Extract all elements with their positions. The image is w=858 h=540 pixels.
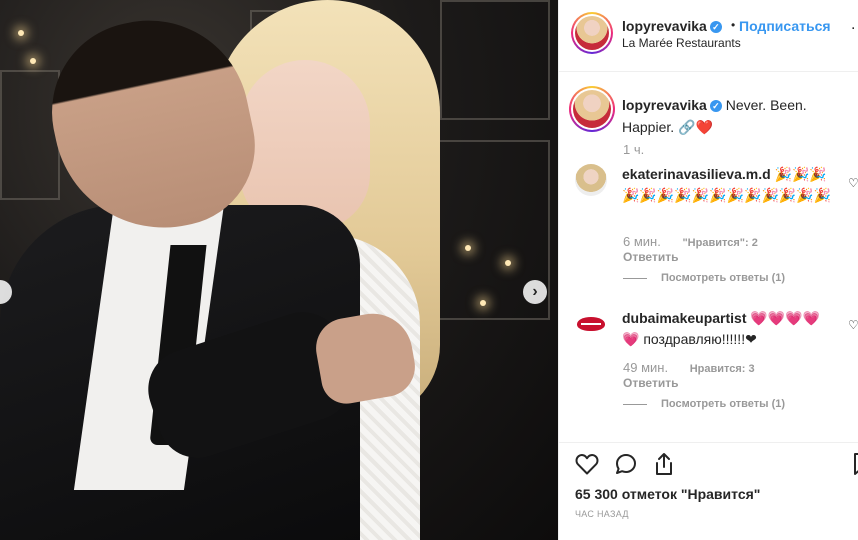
- comment-bubble-icon: [616, 454, 636, 474]
- verified-badge-icon: ✓: [709, 21, 722, 34]
- view-replies-button[interactable]: Посмотреть ответы (1): [623, 398, 785, 410]
- caption-timestamp[interactable]: 1 ч.: [623, 142, 644, 157]
- comment-like-heart-icon[interactable]: ♡: [848, 318, 858, 332]
- post-header: lopyrevavika ✓ • Подписаться . La Marée R…: [559, 0, 858, 72]
- background-window: [0, 70, 60, 200]
- heart-outline-icon: [575, 454, 599, 475]
- post-actions: 65 300 отметок "Нравится" ЧАС НАЗАД: [559, 442, 858, 540]
- view-replies-label[interactable]: Посмотреть ответы (1): [661, 272, 785, 284]
- likes-count[interactable]: 65 300 отметок "Нравится": [575, 486, 760, 502]
- replies-divider: [623, 403, 647, 405]
- author-username[interactable]: lopyrevavika ✓: [622, 18, 722, 34]
- author-avatar-image: [575, 16, 609, 50]
- comment-username[interactable]: dubaimakeupartist: [622, 310, 746, 326]
- comment-time[interactable]: 6 мин.: [623, 234, 661, 249]
- bookmark-icon: [854, 453, 858, 475]
- author-username-text[interactable]: lopyrevavika: [622, 18, 707, 34]
- post-side-panel: lopyrevavika ✓ • Подписаться . La Marée R…: [558, 0, 858, 540]
- commenter-avatar[interactable]: [575, 164, 607, 196]
- caption-author-avatar[interactable]: [569, 86, 615, 132]
- comments-list[interactable]: lopyrevavika ✓ Never. Been. Happier. 🔗❤️ …: [559, 72, 858, 442]
- comment-reply-button[interactable]: Ответить: [623, 250, 678, 264]
- header-separator: •: [731, 18, 736, 32]
- comment-reply-button[interactable]: Ответить: [623, 376, 678, 390]
- comment-username[interactable]: ekaterinavasilieva.m.d: [622, 166, 771, 182]
- author-avatar[interactable]: [571, 12, 613, 54]
- caption: lopyrevavika ✓ Never. Been. Happier. 🔗❤️: [622, 94, 822, 138]
- background-light: [18, 30, 24, 36]
- comment-likes[interactable]: "Нравится": 2: [682, 237, 757, 249]
- caption-avatar-image: [573, 90, 611, 128]
- share-upload-icon: [656, 453, 672, 475]
- post-timestamp[interactable]: ЧАС НАЗАД: [575, 509, 629, 519]
- comment-item: dubaimakeupartist 💗💗💗💗💗 поздравляю!!!!!!…: [622, 308, 832, 350]
- comment-meta: 6 мин. "Нравится": 2: [623, 234, 776, 249]
- like-button[interactable]: [574, 451, 600, 477]
- verified-badge-icon: ✓: [709, 100, 722, 113]
- more-options-button[interactable]: .: [851, 16, 855, 34]
- save-button[interactable]: [849, 451, 858, 477]
- comment-time[interactable]: 49 мин.: [623, 360, 668, 375]
- comment-likes[interactable]: Нравится: 3: [690, 363, 755, 375]
- caption-username[interactable]: lopyrevavika: [622, 97, 707, 113]
- view-replies-label[interactable]: Посмотреть ответы (1): [661, 398, 785, 410]
- comment-like-heart-icon[interactable]: ♡: [848, 176, 858, 190]
- next-photo-button[interactable]: ›: [523, 280, 547, 304]
- background-light: [480, 300, 486, 306]
- comment-meta: 49 мин. Нравится: 3: [623, 360, 773, 375]
- follow-button[interactable]: Подписаться: [739, 18, 831, 34]
- background-light: [505, 260, 511, 266]
- post-photo[interactable]: ›: [0, 0, 558, 540]
- view-replies-button[interactable]: Посмотреть ответы (1): [623, 272, 785, 284]
- chevron-right-icon: ›: [532, 283, 538, 300]
- comment-item: ekaterinavasilieva.m.d 🎉🎉🎉🎉🎉🎉🎉🎉🎉🎉🎉🎉🎉🎉🎉: [622, 164, 832, 206]
- location-link[interactable]: La Marée Restaurants: [622, 36, 741, 50]
- share-button[interactable]: [651, 451, 677, 477]
- replies-divider: [623, 277, 647, 279]
- background-light: [465, 245, 471, 251]
- lips-logo-icon: [577, 317, 605, 331]
- commenter-avatar[interactable]: [575, 308, 607, 340]
- comment-button[interactable]: [613, 451, 639, 477]
- background-window: [440, 0, 550, 120]
- background-light: [30, 58, 36, 64]
